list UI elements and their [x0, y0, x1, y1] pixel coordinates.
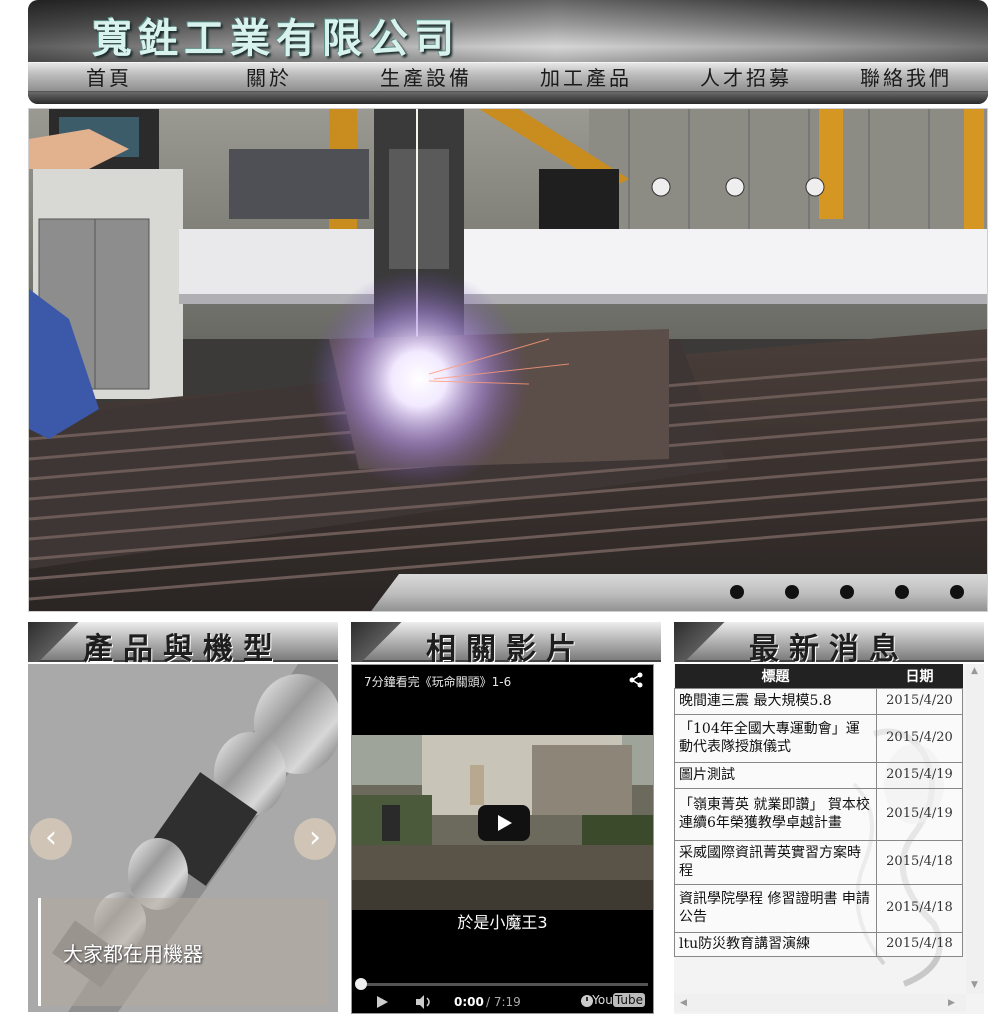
carousel-caption-box: 大家都在用機器: [38, 898, 328, 1006]
scroll-down-icon[interactable]: ▼: [971, 980, 978, 990]
news-row[interactable]: 資訊學院學程 修習證明書 申請公告 2015/4/18: [674, 883, 963, 933]
nav-home[interactable]: 首頁: [86, 64, 132, 92]
hero-slider[interactable]: [28, 108, 988, 612]
nav-products[interactable]: 加工產品: [540, 64, 632, 92]
news-title-link[interactable]: 「嶺東菁英 就業即讚」 賀本校連續6年榮獲教學卓越計畫: [674, 787, 877, 841]
video-subtitle: 於是小魔王3: [457, 913, 548, 932]
news-title-link[interactable]: 資訊學院學程 修習證明書 申請公告: [674, 883, 877, 933]
news-horizontal-scrollbar[interactable]: ◀ ▶: [674, 994, 966, 1012]
news-row[interactable]: 圖片測試 2015/4/19: [674, 761, 963, 789]
news-row[interactable]: 晚間連三震 最大規模5.8 2015/4/20: [674, 687, 963, 715]
chevron-left-icon: ‹: [45, 820, 57, 855]
news-date: 2015/4/19: [876, 787, 963, 841]
main-nav: 首頁 關於 生產設備 加工產品 人才招募 聯絡我們: [28, 62, 988, 92]
news-date: 2015/4/18: [876, 883, 963, 933]
section-header-products: 產品與機型: [28, 622, 338, 667]
nav-about[interactable]: 關於: [246, 64, 292, 92]
youtube-logo[interactable]: You Tube: [592, 993, 645, 1007]
youtube-embed[interactable]: 7分鐘看完《玩命關頭》1-6 於是小魔王3 0:00 / 7:19 You Tu…: [351, 664, 654, 1014]
carousel-prev-button[interactable]: ‹: [30, 818, 72, 860]
news-date: 2015/4/18: [876, 839, 963, 885]
play-icon[interactable]: [374, 994, 390, 1010]
news-title-link[interactable]: 圖片測試: [674, 761, 877, 789]
nav-equipment[interactable]: 生產設備: [380, 64, 472, 92]
scroll-up-icon[interactable]: ▲: [971, 666, 978, 676]
hero-plasma-cutting-photo: [29, 109, 987, 611]
section-header-news: 最新消息: [674, 622, 984, 667]
slide-dot-3[interactable]: [840, 585, 854, 599]
news-title-link[interactable]: ltu防災教育講習演練: [674, 931, 877, 957]
slide-dot-1[interactable]: [730, 585, 744, 599]
scroll-left-icon[interactable]: ◀: [680, 998, 687, 1008]
section-title-products: 產品與機型: [83, 632, 283, 667]
news-row[interactable]: ltu防災教育講習演練 2015/4/18: [674, 931, 963, 957]
news-date: 2015/4/18: [876, 931, 963, 957]
news-row[interactable]: 「嶺東菁英 就業即讚」 賀本校連續6年榮獲教學卓越計畫 2015/4/19: [674, 787, 963, 841]
slide-dot-5[interactable]: [950, 585, 964, 599]
news-vertical-scrollbar[interactable]: ▲ ▼: [966, 664, 984, 994]
video-progress-knob[interactable]: [355, 978, 367, 990]
nav-careers[interactable]: 人才招募: [700, 64, 792, 92]
volume-icon[interactable]: [414, 994, 434, 1010]
products-carousel[interactable]: ‹ › 大家都在用機器: [28, 664, 338, 1012]
youtube-logo-you: You: [592, 993, 613, 1007]
news-title-link[interactable]: 晚間連三震 最大規模5.8: [674, 687, 877, 715]
news-title-link[interactable]: 「104年全國大專運動會」運動代表隊授旗儀式: [674, 713, 877, 763]
news-row[interactable]: 采威國際資訊菁英實習方案時程 2015/4/18: [674, 839, 963, 885]
chevron-right-icon: ›: [309, 820, 321, 855]
news-date: 2015/4/19: [876, 761, 963, 789]
slide-dot-2[interactable]: [785, 585, 799, 599]
youtube-logo-tube: Tube: [612, 993, 645, 1007]
nav-contact[interactable]: 聯絡我們: [860, 64, 952, 92]
header-bottom-band: [28, 92, 988, 104]
news-panel: 標題 日期 晚間連三震 最大規模5.8 2015/4/20 「104年全國大專運…: [674, 664, 984, 1014]
video-play-button[interactable]: [478, 805, 530, 841]
carousel-next-button[interactable]: ›: [294, 818, 336, 860]
news-col-title: 標題: [674, 664, 877, 688]
news-col-date: 日期: [876, 664, 963, 688]
share-icon[interactable]: [627, 671, 645, 689]
video-current-time: 0:00: [454, 995, 484, 1009]
section-header-videos: 相關影片: [351, 622, 661, 667]
news-date: 2015/4/20: [876, 713, 963, 763]
video-progress-track[interactable]: [358, 983, 648, 986]
news-title-link[interactable]: 采威國際資訊菁英實習方案時程: [674, 839, 877, 885]
section-title-news: 最新消息: [749, 632, 909, 667]
video-controls: 0:00 / 7:19 You Tube: [352, 991, 653, 1013]
section-title-videos: 相關影片: [426, 632, 586, 667]
scroll-right-icon[interactable]: ▶: [948, 998, 955, 1008]
news-table: 標題 日期 晚間連三震 最大規模5.8 2015/4/20 「104年全國大專運…: [674, 664, 963, 957]
company-title: 寬鉎工業有限公司: [92, 15, 460, 62]
video-total-time: / 7:19: [486, 995, 521, 1009]
carousel-caption: 大家都在用機器: [63, 942, 203, 966]
news-row[interactable]: 「104年全國大專運動會」運動代表隊授旗儀式 2015/4/20: [674, 713, 963, 763]
site-header: 寬鉎工業有限公司 首頁 關於 生產設備 加工產品 人才招募 聯絡我們: [28, 0, 988, 104]
video-title[interactable]: 7分鐘看完《玩命關頭》1-6: [364, 673, 511, 690]
slide-dot-4[interactable]: [895, 585, 909, 599]
news-date: 2015/4/20: [876, 687, 963, 715]
